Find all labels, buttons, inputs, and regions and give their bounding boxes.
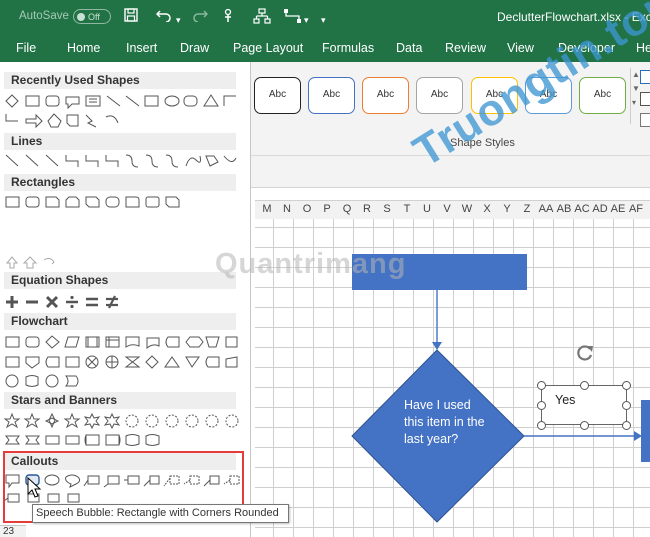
autosave-state: Off [88, 12, 100, 22]
resize-handle-br[interactable] [622, 421, 631, 430]
column-header-q[interactable]: Q [337, 203, 357, 215]
stars-row-2[interactable] [4, 431, 240, 449]
resize-handle-l[interactable] [537, 401, 546, 410]
column-header-t[interactable]: T [397, 203, 417, 215]
shape-style-7[interactable]: Abc [579, 77, 626, 114]
recent-shapes-row-2[interactable] [4, 111, 240, 131]
resize-handle-t[interactable] [580, 381, 589, 390]
column-header-bar: M N O P Q R S T U V W X Y Z AA AB AC AD AE AF [255, 200, 650, 220]
tab-home[interactable]: Home [67, 41, 100, 55]
resize-handle-r[interactable] [622, 401, 631, 410]
category-lines: Lines [4, 133, 236, 150]
panel-gap [0, 215, 250, 245]
tab-data[interactable]: Data [396, 41, 422, 55]
decision-text: Have I used this item in the last year? [404, 398, 485, 446]
resize-handle-b[interactable] [580, 421, 589, 430]
resize-handle-bl[interactable] [537, 421, 546, 430]
category-rectangles: Rectangles [4, 174, 236, 191]
hierarchy-icon[interactable] [253, 8, 271, 28]
redo-icon[interactable] [192, 8, 209, 26]
touch-mode-icon[interactable] [220, 8, 236, 28]
quantrimang-watermark: Quantrimang [215, 248, 407, 280]
tab-draw[interactable]: Draw [180, 41, 209, 55]
arrowhead-down [432, 342, 442, 350]
lines-row[interactable] [4, 152, 240, 170]
customize-toolbar-icon[interactable]: ▾ [321, 12, 326, 28]
recent-shapes-row[interactable] [4, 92, 240, 110]
tab-formulas[interactable]: Formulas [322, 41, 374, 55]
connector-tool-icon[interactable] [283, 8, 303, 28]
column-header-ad[interactable]: AD [591, 203, 609, 215]
column-header-ac[interactable]: AC [573, 203, 591, 215]
column-header-x[interactable]: X [477, 203, 497, 215]
column-header-af[interactable]: AF [627, 203, 645, 215]
rotate-handle-icon[interactable] [574, 342, 596, 364]
column-header-p[interactable]: P [317, 203, 337, 215]
flowchart-shapes-row-2[interactable] [4, 353, 240, 371]
yes-textbox[interactable]: Yes [541, 385, 627, 425]
connector-dropdown-icon[interactable]: ▾ [304, 12, 309, 28]
autosave-toggle[interactable]: Off [73, 9, 111, 24]
column-header-o[interactable]: O [297, 203, 317, 215]
column-header-aa[interactable]: AA [537, 203, 555, 215]
stars-row-1[interactable] [4, 412, 240, 430]
column-header-s[interactable]: S [377, 203, 397, 215]
column-header-r[interactable]: R [357, 203, 377, 215]
column-header-m[interactable]: M [257, 203, 277, 215]
tab-review[interactable]: Review [445, 41, 486, 55]
shape-outline-icon[interactable] [640, 92, 650, 106]
save-icon[interactable] [124, 8, 138, 26]
shape-effects-icon[interactable] [640, 113, 650, 127]
column-header-w[interactable]: W [457, 203, 477, 215]
next-process-shape[interactable] [641, 400, 650, 462]
title-bar: AutoSave Off ▾ ▾ ▾ DeclutterFlowchart.xl… [0, 0, 650, 34]
action-buttons-row[interactable] [4, 254, 84, 272]
column-header-n[interactable]: N [277, 203, 297, 215]
undo-dropdown-icon[interactable]: ▾ [176, 12, 181, 28]
column-header-ae[interactable]: AE [609, 203, 627, 215]
tab-page-layout[interactable]: Page Layout [233, 41, 303, 55]
resize-handle-tl[interactable] [537, 381, 546, 390]
shape-style-2[interactable]: Abc [308, 77, 355, 114]
tab-view[interactable]: View [507, 41, 534, 55]
column-header-y[interactable]: Y [497, 203, 517, 215]
shape-fill-icon[interactable] [640, 70, 650, 84]
column-header-ab[interactable]: AB [555, 203, 573, 215]
tab-file[interactable]: File [16, 41, 36, 55]
undo-icon[interactable] [155, 8, 172, 26]
shape-style-3[interactable]: Abc [362, 77, 409, 114]
equation-shapes-row[interactable] [4, 293, 240, 311]
mouse-cursor-icon [27, 477, 41, 498]
flowchart-shapes-row-1[interactable] [4, 333, 240, 351]
row-header-23[interactable]: 23 [0, 525, 26, 537]
column-header-z[interactable]: Z [517, 203, 537, 215]
tab-insert[interactable]: Insert [126, 41, 157, 55]
autosave-label: AutoSave [19, 10, 69, 22]
shape-style-1[interactable]: Abc [254, 77, 301, 114]
yes-label: Yes [555, 393, 576, 407]
category-recent-shapes: Recently Used Shapes [4, 72, 236, 89]
column-header-u[interactable]: U [417, 203, 437, 215]
category-stars-banners: Stars and Banners [4, 392, 236, 409]
resize-handle-tr[interactable] [622, 381, 631, 390]
category-equation-shapes: Equation Shapes [4, 272, 236, 289]
rectangles-row[interactable] [4, 193, 240, 211]
flowchart-shapes-row-3[interactable] [4, 372, 240, 390]
column-header-v[interactable]: V [437, 203, 457, 215]
shape-tooltip: Speech Bubble: Rectangle with Corners Ro… [32, 504, 289, 523]
category-flowchart: Flowchart [4, 313, 236, 330]
